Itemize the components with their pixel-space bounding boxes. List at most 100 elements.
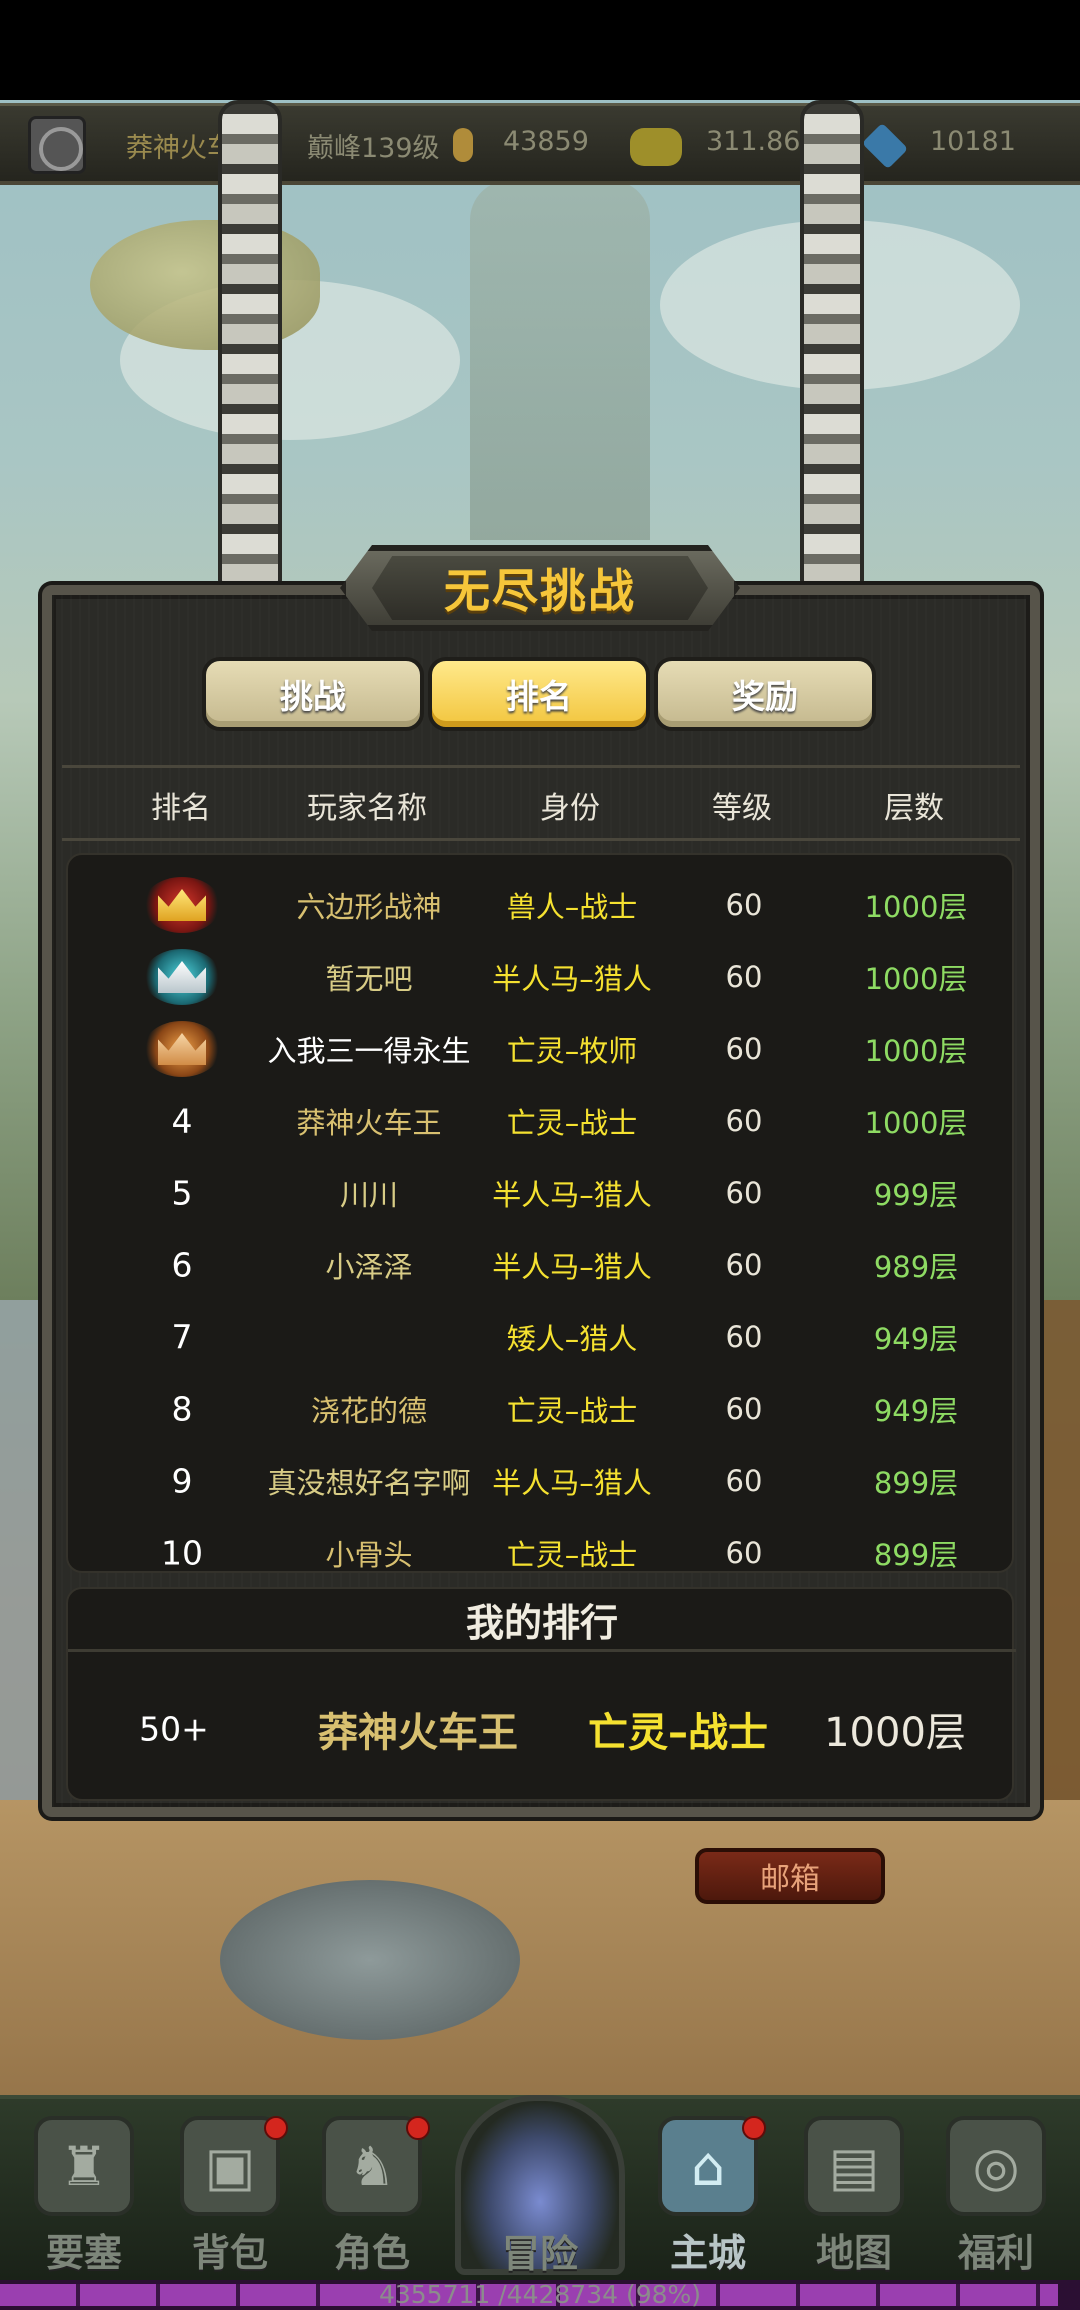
nav-label: 要塞	[45, 2231, 122, 2275]
player-floor: 949层	[873, 1394, 959, 1428]
tab-challenge[interactable]: 挑战	[202, 657, 424, 731]
experience-text: 4355711 /4428734 (98%)	[378, 2280, 702, 2309]
nav-adventure[interactable]: 冒险	[455, 2095, 625, 2276]
town-ground	[0, 1800, 1080, 2100]
ranking-row[interactable]: 5 川川 半人马–猎人 60 999层	[68, 1157, 1012, 1229]
ranking-row[interactable]: 暂无吧 半人马–猎人 60 1000层	[68, 941, 1012, 1013]
my-rank-number: 50+	[139, 1709, 209, 1749]
divider	[68, 1649, 1016, 1652]
player-name: 暂无吧	[325, 962, 413, 996]
fountain	[220, 1880, 520, 2040]
power-icon	[453, 128, 473, 162]
nav-backpack[interactable]: ▣ 背包	[168, 2110, 292, 2280]
ranking-row[interactable]: 8 浇花的德 亡灵–战士 60 949层	[68, 1373, 1012, 1445]
player-level: 60	[725, 1320, 763, 1354]
header-identity: 身份	[540, 791, 600, 826]
airship	[90, 220, 320, 350]
resource-bar: 莽神火车 巅峰139级 43859 311.86 10181	[0, 103, 1080, 185]
player-name: 入我三一得永生	[267, 1034, 471, 1068]
player-identity: 兽人–战士	[506, 890, 638, 924]
ranking-row[interactable]: 4 莽神火车王 亡灵–战士 60 1000层	[68, 1085, 1012, 1157]
player-floor: 989层	[873, 1250, 959, 1284]
gold-add-icon[interactable]	[630, 128, 682, 166]
power-value: 43859	[503, 126, 589, 157]
nav-label: 背包	[191, 2231, 268, 2275]
nav-label: 冒险	[501, 2232, 578, 2276]
nav-label: 福利	[957, 2231, 1034, 2275]
tab-rewards[interactable]: 奖励	[654, 657, 876, 731]
peak-level: 巅峰139级	[307, 133, 440, 164]
ranking-row[interactable]: 六边形战神 兽人–战士 60 1000层	[68, 869, 1012, 941]
player-name: 浇花的德	[310, 1394, 428, 1428]
nav-character[interactable]: ♞ 角色	[310, 2110, 434, 2280]
ranking-list[interactable]: 六边形战神 兽人–战士 60 1000层 暂无吧 半人马–猎人 60 1000层…	[66, 853, 1014, 1573]
player-floor: 1000层	[864, 890, 968, 924]
player-identity: 亡灵–战士	[506, 1106, 638, 1140]
notification-dot	[742, 2116, 766, 2140]
player-identity: 半人马–猎人	[492, 1178, 652, 1212]
player-level: 60	[725, 1176, 763, 1210]
player-name: 真没想好名字啊	[267, 1466, 471, 1500]
my-rank-box: 我的排行 50+ 莽神火车王 亡灵–战士 1000层	[66, 1587, 1016, 1801]
player-level: 60	[725, 1464, 763, 1498]
ranking-row[interactable]: 7 矮人–猎人 60 949层	[68, 1301, 1012, 1373]
player-floor: 1000层	[864, 1106, 968, 1140]
rank-number: 6	[171, 1245, 193, 1285]
status-bar	[0, 0, 1080, 100]
nav-label: 主城	[669, 2231, 746, 2275]
player-floor: 1000层	[864, 1034, 968, 1068]
player-level: 60	[725, 888, 763, 922]
silver-crown-icon	[143, 949, 221, 1005]
notification-dot	[264, 2116, 288, 2140]
gold-value: 311.86	[706, 126, 801, 157]
nav-map[interactable]: ▤ 地图	[792, 2110, 916, 2280]
rank-number: 10	[161, 1533, 203, 1573]
bronze-crown-icon	[143, 1021, 221, 1077]
my-player-name: 莽神火车王	[318, 1710, 518, 1756]
player-identity: 半人马–猎人	[492, 1250, 652, 1284]
nav-main-city[interactable]: ⌂ 主城	[646, 2110, 770, 2280]
player-identity: 亡灵–战士	[506, 1538, 638, 1572]
player-floor: 1000层	[864, 962, 968, 996]
header-level: 等级	[712, 791, 772, 826]
nav-label: 角色	[333, 2231, 410, 2275]
nav-fortress[interactable]: ♜ 要塞	[22, 2110, 146, 2280]
rank-number: 4	[171, 1101, 193, 1141]
ranking-row[interactable]: 入我三一得永生 亡灵–牧师 60 1000层	[68, 1013, 1012, 1085]
player-identity: 亡灵–牧师	[506, 1034, 638, 1068]
player-avatar[interactable]	[28, 116, 86, 174]
header-player-name: 玩家名称	[307, 791, 427, 826]
nav-welfare[interactable]: ◎ 福利	[934, 2110, 1058, 2280]
header-floors: 层数	[884, 791, 944, 826]
my-floor: 1000层	[824, 1710, 966, 1756]
diamond-icon	[861, 122, 909, 170]
player-identity: 矮人–猎人	[506, 1322, 638, 1356]
player-name: 莽神火车王	[296, 1106, 442, 1140]
player-level: 60	[725, 1536, 763, 1570]
rank-number: 9	[171, 1461, 193, 1501]
player-level: 60	[725, 1248, 763, 1282]
player-name: 六边形战神	[296, 890, 442, 924]
rank-number: 8	[171, 1389, 193, 1429]
ranking-row[interactable]: 9 真没想好名字啊 半人马–猎人 60 899层	[68, 1445, 1012, 1517]
mailbox-sign[interactable]: 邮箱	[695, 1848, 885, 1904]
ranking-row[interactable]: 6 小泽泽 半人马–猎人 60 989层	[68, 1229, 1012, 1301]
gift-icon: ◎	[946, 2116, 1046, 2216]
rank-number: 7	[171, 1317, 193, 1357]
tab-ranking[interactable]: 排名	[428, 657, 650, 731]
panel-title-text: 无尽挑战	[444, 564, 636, 618]
player-floor: 999层	[873, 1178, 959, 1212]
scroll-map-icon: ▤	[804, 2116, 904, 2216]
fortress-icon: ♜	[34, 2116, 134, 2216]
rank-number: 5	[171, 1173, 193, 1213]
ranking-row[interactable]: 10 小骨头 亡灵–战士 60 899层	[68, 1517, 1012, 1573]
player-level: 60	[725, 1104, 763, 1138]
player-floor: 949层	[873, 1322, 959, 1356]
divider	[62, 765, 1020, 768]
divider	[62, 838, 1020, 841]
player-level: 60	[725, 1032, 763, 1066]
player-identity: 半人马–猎人	[492, 962, 652, 996]
player-identity: 半人马–猎人	[492, 1466, 652, 1500]
player-name: 川川	[339, 1178, 399, 1212]
player-name: 小骨头	[325, 1538, 413, 1572]
